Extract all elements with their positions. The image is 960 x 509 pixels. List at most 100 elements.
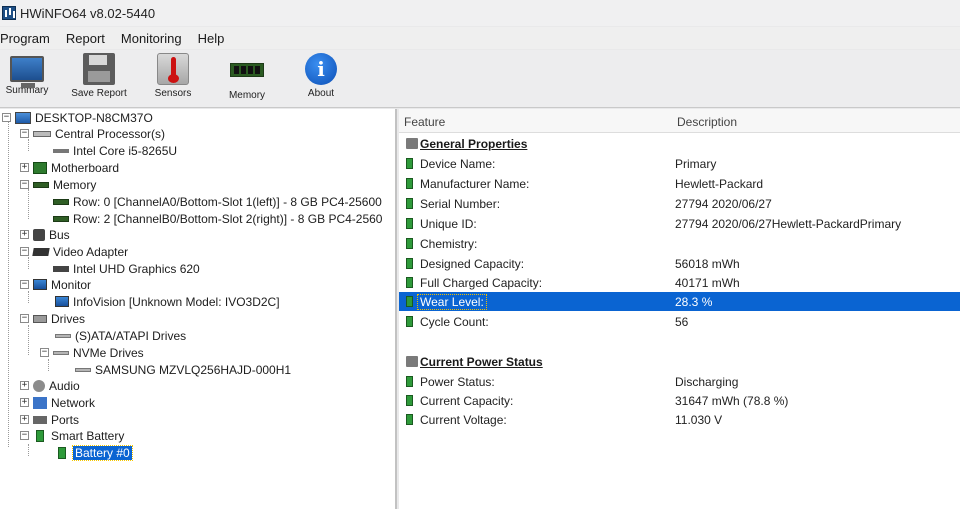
- tree-item-intel-uhd[interactable]: Intel UHD Graphics 620: [53, 260, 200, 277]
- properties-panel[interactable]: Feature Description General Properties D…: [399, 109, 960, 509]
- tree-item-motherboard[interactable]: + Motherboard: [20, 159, 119, 176]
- tree-item-samsung-ssd[interactable]: SAMSUNG MZVLQ256HAJD-000H1: [75, 361, 291, 378]
- tree-item-video-adapter[interactable]: − Video Adapter: [20, 243, 128, 260]
- expand-toggle[interactable]: +: [20, 415, 29, 424]
- battery-icon: [406, 395, 413, 406]
- tree-item-nvme-drives[interactable]: − NVMe Drives: [40, 344, 144, 361]
- menu-bar: Program Report Monitoring Help: [0, 27, 960, 49]
- collapse-toggle[interactable]: −: [20, 180, 29, 189]
- table-row[interactable]: Designed Capacity: 56018 mWh: [399, 254, 960, 273]
- table-row[interactable]: Unique ID: 27794 2020/06/27Hewlett-Packa…: [399, 214, 960, 233]
- memory-icon: [33, 181, 49, 188]
- table-row[interactable]: Cycle Count: 56: [399, 312, 960, 331]
- save-report-button[interactable]: Save Report: [64, 53, 134, 99]
- menu-report[interactable]: Report: [58, 31, 113, 46]
- table-row[interactable]: Full Charged Capacity: 40171 mWh: [399, 273, 960, 292]
- tree-item-network[interactable]: + Network: [20, 394, 95, 411]
- title-bar: HWiNFO64 v8.02-5440: [0, 0, 960, 26]
- table-row-selected[interactable]: Wear Level: 28.3 %: [399, 292, 960, 311]
- tree-item-label: Intel UHD Graphics 620: [73, 261, 200, 276]
- tree-item-memory[interactable]: − Memory: [20, 176, 96, 193]
- tree-item-label: Video Adapter: [53, 244, 129, 259]
- tree-line: [28, 189, 29, 219]
- tree-item-label: Intel Core i5-8265U: [73, 143, 178, 158]
- table-row[interactable]: Current Voltage: 11.030 V: [399, 410, 960, 429]
- sensors-button[interactable]: Sensors: [138, 53, 208, 99]
- battery-icon: [406, 178, 413, 189]
- tree-item-smart-battery[interactable]: − Smart Battery: [20, 427, 124, 444]
- tree-item-label: Smart Battery: [51, 428, 125, 443]
- row-feature: Current Capacity:: [420, 394, 514, 408]
- tree-item-battery-0[interactable]: Battery #0: [55, 444, 133, 461]
- tree-item-memory-row-0[interactable]: Row: 0 [ChannelA0/Bottom-Slot 1(left)] -…: [53, 193, 382, 210]
- collapse-toggle[interactable]: −: [20, 247, 29, 256]
- row-feature: Device Name:: [420, 157, 496, 171]
- expand-toggle[interactable]: +: [20, 398, 29, 407]
- summary-button[interactable]: Summary: [0, 53, 62, 96]
- expand-toggle[interactable]: +: [20, 230, 29, 239]
- column-header-description[interactable]: Description: [677, 115, 737, 129]
- tree-item-sata-drives[interactable]: (S)ATA/ATAPI Drives: [55, 327, 186, 344]
- row-feature: Cycle Count:: [420, 315, 489, 329]
- table-row[interactable]: Current Capacity: 31647 mWh (78.8 %): [399, 391, 960, 410]
- device-tree[interactable]: − DESKTOP-N8CM37O − Central Processor(s)…: [0, 109, 397, 509]
- row-value: 27794 2020/06/27: [675, 197, 772, 211]
- table-row[interactable]: Power Status: Discharging: [399, 372, 960, 391]
- tree-item-label: Motherboard: [51, 160, 120, 175]
- row-value: 56: [675, 315, 689, 329]
- tree-item-audio[interactable]: + Audio: [20, 377, 80, 394]
- row-feature: Power Status:: [420, 375, 495, 389]
- expand-toggle[interactable]: +: [20, 381, 29, 390]
- tree-item-drives[interactable]: − Drives: [20, 310, 85, 327]
- menu-monitoring[interactable]: Monitoring: [113, 31, 190, 46]
- tree-item-label: Bus: [49, 227, 70, 242]
- tree-item-infovision[interactable]: InfoVision [Unknown Model: IVO3D2C]: [55, 293, 280, 310]
- expand-toggle[interactable]: +: [20, 163, 29, 172]
- disk-icon: [75, 367, 91, 372]
- collapse-toggle[interactable]: −: [20, 314, 29, 323]
- cpu-icon: [33, 130, 51, 137]
- row-value: 27794 2020/06/27Hewlett-PackardPrimary: [675, 217, 902, 231]
- memory-module-icon: [230, 63, 264, 77]
- tree-item-memory-row-2[interactable]: Row: 2 [ChannelB0/Bottom-Slot 2(right)] …: [53, 210, 382, 227]
- row-value: 40171 mWh: [675, 276, 740, 290]
- battery-icon: [406, 376, 413, 387]
- battery-icon: [406, 238, 413, 249]
- table-header: Feature Description: [399, 109, 960, 133]
- table-row[interactable]: Serial Number: 27794 2020/06/27: [399, 194, 960, 213]
- chip-icon: [53, 148, 69, 153]
- menu-program[interactable]: Program: [0, 31, 58, 46]
- tree-item-intel-core[interactable]: Intel Core i5-8265U: [53, 142, 177, 159]
- tree-item-monitor[interactable]: − Monitor: [20, 276, 91, 293]
- collapse-toggle[interactable]: −: [2, 113, 11, 122]
- drives-icon: [33, 314, 47, 323]
- bus-icon: [33, 228, 45, 241]
- tree-item-cpu[interactable]: − Central Processor(s): [20, 125, 165, 142]
- tree-root[interactable]: − DESKTOP-N8CM37O: [2, 109, 153, 126]
- computer-icon: [15, 111, 31, 124]
- tree-item-label: InfoVision [Unknown Model: IVO3D2C]: [73, 294, 280, 309]
- table-row[interactable]: Device Name: Primary: [399, 154, 960, 173]
- collapse-toggle[interactable]: −: [20, 129, 29, 138]
- disk-icon: [55, 333, 71, 338]
- tree-item-label: NVMe Drives: [73, 345, 144, 360]
- section-title: General Properties: [420, 137, 528, 151]
- collapse-toggle[interactable]: −: [20, 280, 29, 289]
- tree-item-label: SAMSUNG MZVLQ256HAJD-000H1: [95, 362, 292, 377]
- row-feature: Full Charged Capacity:: [420, 276, 543, 290]
- collapse-toggle[interactable]: −: [20, 431, 29, 440]
- table-row[interactable]: Manufacturer Name: Hewlett-Packard: [399, 174, 960, 193]
- about-button[interactable]: i About: [286, 53, 356, 99]
- menu-help[interactable]: Help: [190, 31, 233, 46]
- memory-button[interactable]: Memory: [212, 53, 282, 101]
- tree-item-ports[interactable]: + Ports: [20, 411, 79, 428]
- column-header-feature[interactable]: Feature: [404, 115, 445, 129]
- tree-item-label: Ports: [51, 412, 80, 427]
- collapse-toggle[interactable]: −: [40, 348, 49, 357]
- tree-item-bus[interactable]: + Bus: [20, 226, 70, 243]
- row-value: 11.030 V: [675, 413, 723, 427]
- row-feature: Wear Level:: [417, 294, 487, 310]
- battery-icon: [406, 258, 413, 269]
- row-value: Primary: [675, 157, 717, 171]
- table-row[interactable]: Chemistry:: [399, 234, 960, 253]
